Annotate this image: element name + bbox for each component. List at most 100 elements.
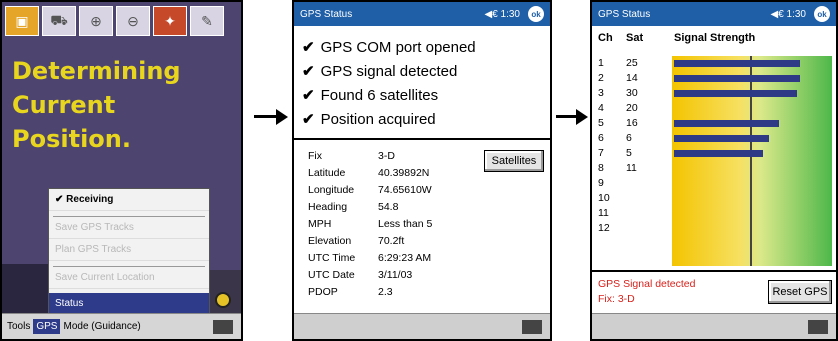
window-title: GPS Status xyxy=(598,8,651,20)
satellites-button[interactable]: Satellites xyxy=(484,150,544,172)
check-label: Position acquired xyxy=(320,111,436,128)
zoom-out-icon[interactable]: ⊖ xyxy=(116,6,150,36)
satellite-id: 25 xyxy=(626,57,638,69)
info-label: Heading xyxy=(308,201,348,213)
info-value: 74.65610W xyxy=(378,184,432,196)
fix-line: Fix: 3-D xyxy=(598,293,635,305)
channel-number: 10 xyxy=(598,192,610,204)
gps-status-panel: GPS Status ◀€ 1:30 ok ✔ GPS COM port open… xyxy=(292,0,552,341)
signal-bar xyxy=(674,120,779,127)
info-value: 3/11/03 xyxy=(378,269,413,281)
menu-gps[interactable]: GPS xyxy=(33,319,61,334)
info-row: Latitude 40.39892N xyxy=(308,165,432,182)
tool-icon[interactable]: ✎ xyxy=(190,6,224,36)
signal-strength-area xyxy=(672,56,832,266)
signal-bar xyxy=(674,135,769,142)
channel-number: 1 xyxy=(598,57,604,69)
channel-number: 8 xyxy=(598,162,604,174)
zoom-in-icon[interactable]: ⊕ xyxy=(79,6,113,36)
satellite-id: 20 xyxy=(626,102,638,114)
pin-icon[interactable]: ✦ xyxy=(153,6,187,36)
menu-item-save-location[interactable]: Save Current Location xyxy=(49,267,209,289)
channel-number: 3 xyxy=(598,87,604,99)
info-value: 6:29:23 AM xyxy=(378,252,432,264)
check-icon: ✔ xyxy=(302,63,315,80)
info-label: UTC Time xyxy=(308,252,356,264)
reset-gps-button[interactable]: Reset GPS xyxy=(768,280,832,304)
channel-number: 9 xyxy=(598,177,604,189)
command-bar xyxy=(592,313,836,339)
check-item: ✔ Found 6 satellites xyxy=(302,84,476,108)
menu-mode[interactable]: Mode (Guidance) xyxy=(60,319,143,334)
header-signal: Signal Strength xyxy=(674,32,756,44)
satellite-id: 14 xyxy=(626,72,638,84)
status-checklist: ✔ GPS COM port opened ✔ GPS signal detecte… xyxy=(302,36,476,132)
header-ch: Ch xyxy=(598,32,613,44)
menu-item-receiving[interactable]: ✔ Receiving xyxy=(49,189,209,211)
channel-column: 1 2 3 4 5 6 7 8 9 10 11 12 xyxy=(598,56,610,236)
keyboard-icon[interactable] xyxy=(522,320,542,334)
info-row: Elevation 70.2ft xyxy=(308,233,432,250)
satellite-id: 16 xyxy=(626,117,638,129)
check-label: Found 6 satellites xyxy=(320,87,439,104)
message-line: Position. xyxy=(12,125,131,153)
channel-number: 4 xyxy=(598,102,604,114)
command-bar xyxy=(294,313,550,339)
channel-number: 5 xyxy=(598,117,604,129)
gauge-icon xyxy=(215,292,231,308)
info-row: UTC Date 3/11/03 xyxy=(308,267,432,284)
ok-button[interactable]: ok xyxy=(528,6,544,22)
truck-icon[interactable]: ⛟ xyxy=(42,6,76,36)
window-title: GPS Status xyxy=(300,8,353,20)
info-row: Heading 54.8 xyxy=(308,199,432,216)
map-toolbar: ▣ ⛟ ⊕ ⊖ ✦ ✎ xyxy=(2,2,241,40)
map-app-panel: ▣ ⛟ ⊕ ⊖ ✦ ✎ Determining Current Position… xyxy=(0,0,243,341)
check-label: GPS signal detected xyxy=(320,63,458,80)
menu-item-save-tracks[interactable]: Save GPS Tracks xyxy=(49,217,209,239)
info-label: MPH xyxy=(308,218,332,230)
clock: ◀€ 1:30 xyxy=(484,8,521,20)
channel-number: 11 xyxy=(598,207,609,219)
position-info: Fix 3-D Latitude 40.39892N Longitude 74.656… xyxy=(308,148,432,301)
satellite-id: 30 xyxy=(626,87,638,99)
info-row: MPH Less than 5 xyxy=(308,216,432,233)
satellite-id xyxy=(626,191,638,206)
info-value: 54.8 xyxy=(378,201,399,213)
satellite-id xyxy=(626,221,638,236)
ok-button[interactable]: ok xyxy=(814,6,830,22)
signal-bar xyxy=(674,90,797,97)
signal-bar xyxy=(674,60,800,67)
arrow-icon xyxy=(254,109,288,125)
info-label: Elevation xyxy=(308,235,352,247)
info-row: PDOP 2.3 xyxy=(308,284,432,301)
menu-item-plan-tracks[interactable]: Plan GPS Tracks xyxy=(49,239,209,261)
info-value: 2.3 xyxy=(378,286,393,298)
check-item: ✔ GPS COM port opened xyxy=(302,36,476,60)
clock: ◀€ 1:30 xyxy=(770,8,807,20)
section-divider xyxy=(294,138,550,140)
info-value: Less than 5 xyxy=(378,218,433,230)
signal-bar xyxy=(674,75,800,82)
satellite-id: 5 xyxy=(626,147,632,159)
info-value: 40.39892N xyxy=(378,167,430,179)
check-icon: ✔ xyxy=(302,87,315,104)
keyboard-icon[interactable] xyxy=(213,319,233,334)
arrow-icon xyxy=(556,109,588,125)
check-item: ✔ GPS signal detected xyxy=(302,60,476,84)
info-row: Longitude 74.65610W xyxy=(308,182,432,199)
menu-item-status[interactable]: Status xyxy=(49,293,209,315)
satellite-id: 6 xyxy=(626,132,632,144)
channel-number: 6 xyxy=(598,132,604,144)
satellite-id xyxy=(626,176,638,191)
channel-number: 7 xyxy=(598,147,604,159)
status-message: Determining Current Position. xyxy=(12,54,237,156)
info-value: 3-D xyxy=(378,150,395,162)
satellite-id: 11 xyxy=(626,162,637,174)
keyboard-icon[interactable] xyxy=(808,320,828,334)
menu-tools[interactable]: Tools xyxy=(4,319,33,334)
folder-icon[interactable]: ▣ xyxy=(5,6,39,36)
info-value: 70.2ft xyxy=(378,235,405,247)
check-label: GPS COM port opened xyxy=(320,39,476,56)
info-row: UTC Time 6:29:23 AM xyxy=(308,250,432,267)
message-line: Current xyxy=(12,91,116,119)
